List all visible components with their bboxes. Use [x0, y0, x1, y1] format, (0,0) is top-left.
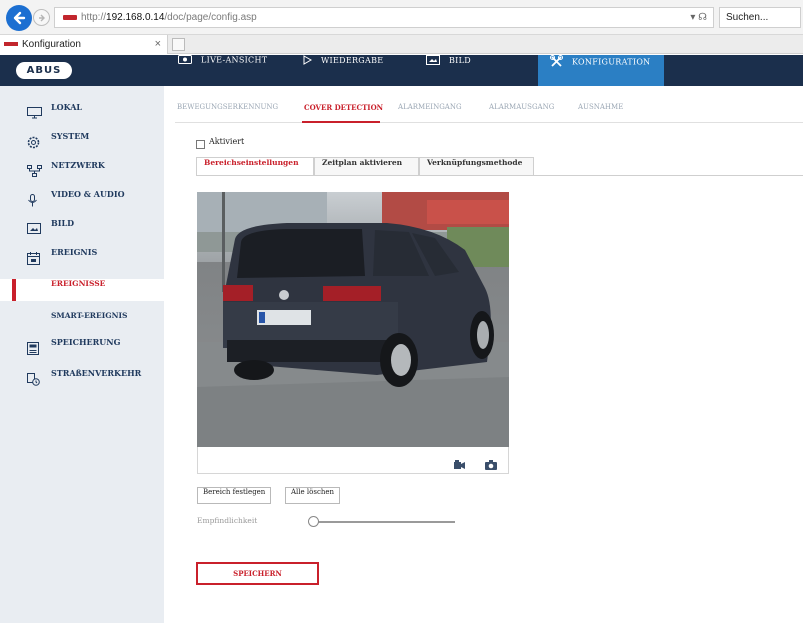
image-icon	[27, 223, 41, 236]
sidebar-item-event-label: EREIGNIS	[51, 247, 98, 257]
tab-schedule[interactable]: Zeitplan aktivieren	[314, 157, 419, 176]
tab-alarm-input[interactable]: ALARMEINGANG	[398, 103, 462, 111]
arrow-right-icon	[39, 14, 45, 22]
camera-image	[197, 192, 509, 447]
network-icon	[27, 165, 42, 179]
tools-icon	[550, 55, 563, 70]
tab-exception[interactable]: AUSNAHME	[578, 103, 623, 111]
sidebar-item-local[interactable]: LOKAL	[0, 102, 164, 124]
forward-button[interactable]	[33, 9, 50, 26]
enabled-checkbox[interactable]	[196, 140, 205, 149]
video-toolbar	[197, 447, 509, 474]
eye-icon	[178, 55, 192, 66]
tab-motion-detection[interactable]: BEWEGUNGSERKENNUNG	[177, 103, 278, 111]
browser-toolbar: http://192.168.0.14/doc/page/config.asp …	[0, 0, 803, 35]
new-tab-button[interactable]	[172, 38, 185, 51]
browser-tab[interactable]: Konfiguration ×	[0, 35, 168, 54]
sidebar-item-storage[interactable]: SPEICHERUNG	[0, 337, 164, 359]
sidebar-item-smart-event-label: SMART-EREIGNIS	[51, 311, 128, 320]
save-button[interactable]: SPEICHERN	[196, 562, 319, 585]
nav-tab-image[interactable]: BILD	[426, 55, 536, 86]
sidebar-item-smart-event[interactable]: SMART-EREIGNIS	[0, 311, 164, 333]
sidebar-item-image-label: BILD	[51, 218, 75, 228]
tab-area-settings[interactable]: Bereichseinstellungen	[196, 157, 314, 176]
sensitivity-slider-handle[interactable]	[308, 516, 319, 527]
nav-tab-image-label: BILD	[449, 56, 471, 65]
sidebar-item-traffic[interactable]: STRAßENVERKEHR	[0, 368, 164, 390]
browser-tab-title: Konfiguration	[22, 39, 81, 50]
sidebar-item-events-label: EREIGNISSE	[51, 279, 106, 288]
camera-icon[interactable]	[485, 455, 497, 474]
sidebar-item-storage-label: SPEICHERUNG	[51, 337, 121, 347]
sidebar-item-traffic-label: STRAßENVERKEHR	[51, 368, 142, 378]
nav-tab-configuration-label: KONFIGURATION	[572, 57, 651, 67]
record-icon[interactable]	[454, 455, 465, 474]
nav-tab-live-label: LIVE-ANSICHT	[201, 55, 268, 65]
address-path: /doc/page/config.asp	[164, 12, 257, 23]
sidebar-item-system-label: SYSTEM	[51, 131, 90, 141]
live-video-preview[interactable]	[197, 192, 509, 447]
tab-linkage-method-label: Verknüpfungsmethode	[427, 158, 523, 167]
storage-icon	[27, 342, 39, 357]
sidebar-item-image[interactable]: BILD	[0, 218, 164, 240]
sidebar-item-local-label: LOKAL	[51, 102, 83, 112]
address-prefix: http://	[81, 12, 107, 23]
gear-icon	[27, 136, 40, 151]
site-favicon-icon	[63, 15, 77, 20]
clear-all-button[interactable]: Alle löschen	[285, 487, 341, 504]
panel-tab-divider	[196, 175, 803, 176]
refresh-button[interactable]: ▾ ☊	[690, 8, 707, 27]
microphone-icon	[27, 194, 38, 209]
sidebar-item-video-audio[interactable]: VIDEO & AUDIO	[0, 189, 164, 211]
subtab-divider	[175, 122, 803, 123]
monitor-icon	[27, 107, 42, 121]
tab-area-settings-label: Bereichseinstellungen	[204, 158, 299, 167]
image-icon	[426, 55, 440, 67]
calendar-icon	[27, 252, 40, 267]
set-area-button[interactable]: Bereich festlegen	[197, 487, 272, 504]
sidebar-item-events[interactable]: EREIGNISSE	[0, 279, 164, 301]
tab-alarm-output[interactable]: ALARMAUSGANG	[489, 103, 554, 111]
active-subtab-indicator	[302, 121, 380, 123]
browser-search-input[interactable]: Suchen...	[719, 7, 801, 28]
sidebar-item-network-label: NETZWERK	[51, 160, 105, 170]
sensitivity-slider-track[interactable]	[312, 521, 455, 523]
address-bar[interactable]: http://192.168.0.14/doc/page/config.asp …	[54, 7, 714, 28]
sidebar-item-event[interactable]: EREIGNIS	[0, 247, 164, 269]
tab-close-icon[interactable]: ×	[155, 35, 161, 54]
nav-tab-live[interactable]: LIVE-ANSICHT	[178, 55, 288, 86]
sidebar-item-system[interactable]: SYSTEM	[0, 131, 164, 153]
tab-favicon-icon	[4, 42, 18, 46]
nav-tab-playback-label: WIEDERGABE	[321, 56, 384, 65]
tab-schedule-label: Zeitplan aktivieren	[322, 158, 403, 167]
app-header: ABUS LIVE-ANSICHT WIEDERGABE BILD KONFIG…	[0, 55, 803, 86]
enabled-label: Aktiviert	[209, 137, 245, 146]
address-host: 192.168.0.14	[106, 12, 165, 23]
tab-cover-detection[interactable]: COVER DETECTION	[304, 103, 383, 112]
nav-tab-playback[interactable]: WIEDERGABE	[303, 55, 413, 86]
tab-linkage-method[interactable]: Verknüpfungsmethode	[419, 157, 534, 176]
abus-logo: ABUS	[16, 62, 72, 79]
sidebar-item-network[interactable]: NETZWERK	[0, 160, 164, 182]
sensitivity-label: Empfindlichkeit	[197, 516, 258, 525]
sidebar: LOKAL SYSTEM NETZWERK VIDEO & AUDIO BILD…	[0, 86, 164, 623]
browser-tab-strip: Konfiguration ×	[0, 35, 803, 54]
back-button[interactable]	[6, 5, 32, 31]
traffic-icon	[27, 373, 40, 388]
sidebar-item-video-audio-label: VIDEO & AUDIO	[51, 189, 125, 199]
arrow-left-icon	[13, 11, 26, 25]
nav-tab-configuration[interactable]: KONFIGURATION	[538, 55, 664, 86]
play-icon	[303, 55, 313, 67]
